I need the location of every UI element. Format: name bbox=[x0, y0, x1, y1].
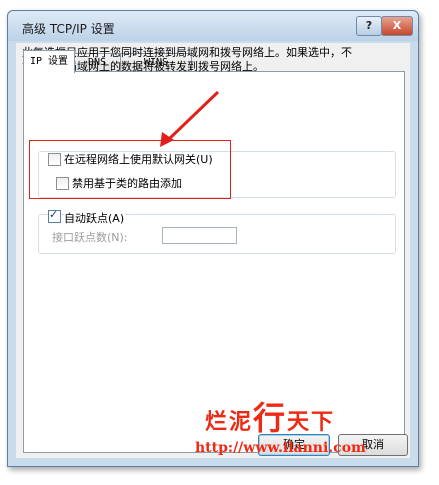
tab-ip-settings[interactable]: IP 设置 bbox=[23, 50, 75, 73]
watermark-logo: 烂泥行天下 bbox=[205, 399, 336, 437]
watermark-url: http://www.ilanni.com bbox=[195, 440, 366, 456]
